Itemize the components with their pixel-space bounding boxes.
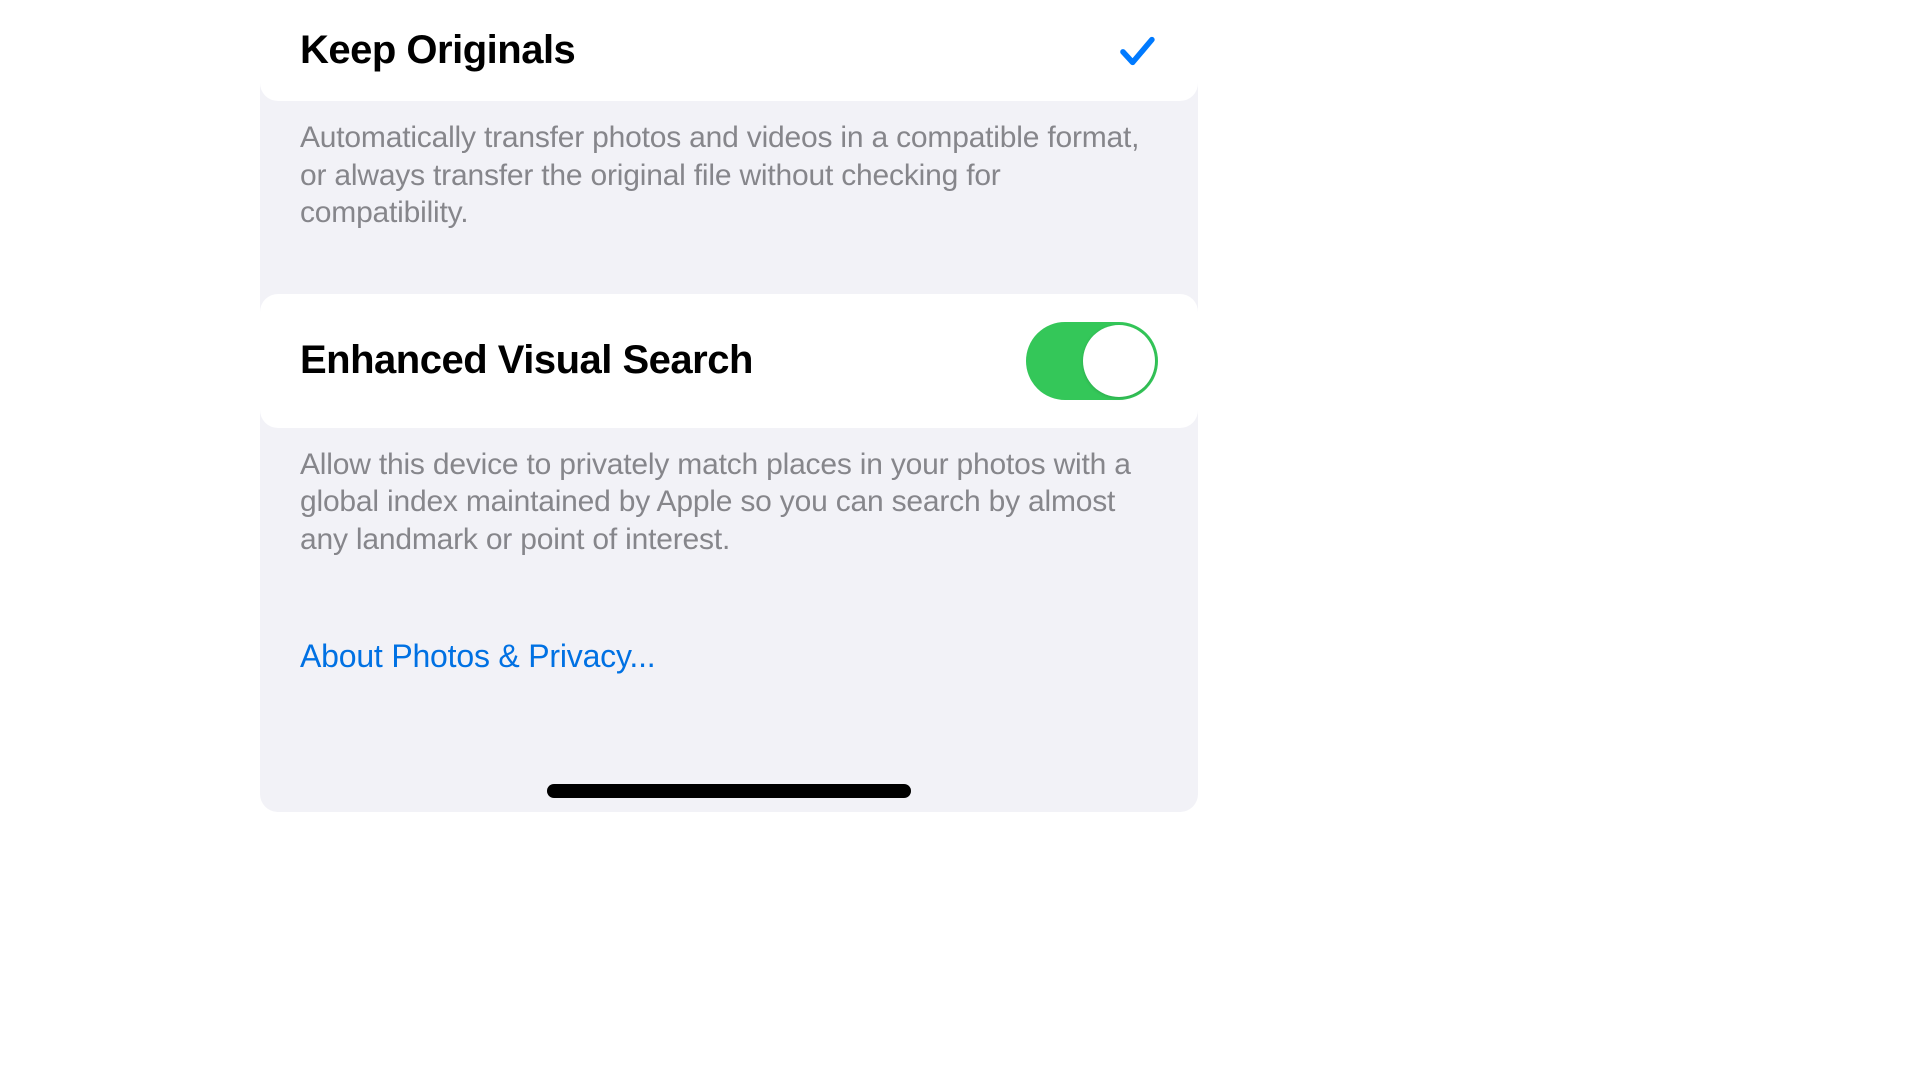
toggle-knob [1083,325,1155,397]
checkmark-icon [1116,30,1158,72]
enhanced-visual-search-footer: Allow this device to privately match pla… [260,428,1198,559]
keep-originals-row[interactable]: Keep Originals [260,0,1198,101]
section-gap [260,232,1198,294]
enhanced-visual-search-toggle[interactable] [1026,322,1158,400]
keep-originals-label: Keep Originals [300,28,575,73]
enhanced-visual-search-label: Enhanced Visual Search [300,338,753,383]
home-indicator[interactable] [547,784,911,798]
enhanced-visual-search-row[interactable]: Enhanced Visual Search [260,294,1198,428]
about-photos-privacy-link[interactable]: About Photos & Privacy... [300,638,655,674]
keep-originals-footer: Automatically transfer photos and videos… [260,101,1198,232]
settings-panel: Keep Originals Automatically transfer ph… [260,0,1198,812]
privacy-link-row: About Photos & Privacy... [260,558,1198,675]
